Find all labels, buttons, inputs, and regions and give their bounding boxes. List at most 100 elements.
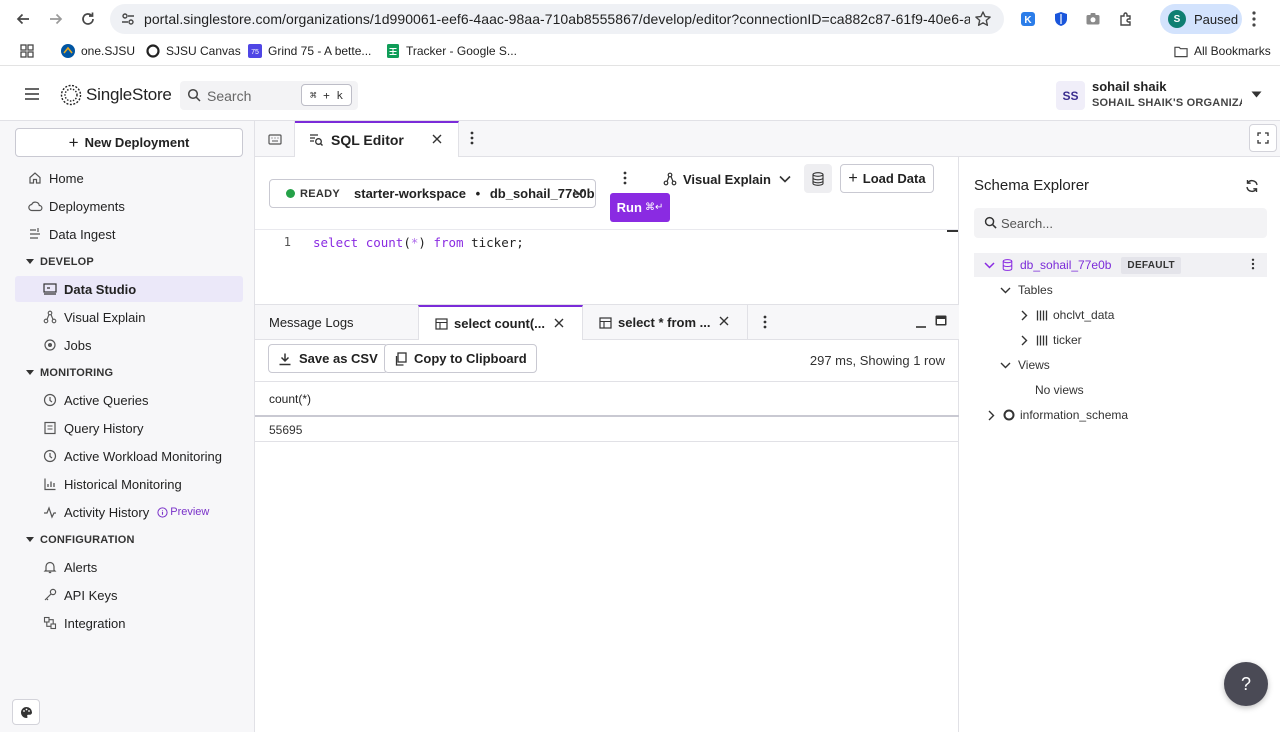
sidebar-item-historical-monitoring[interactable]: Historical Monitoring <box>15 471 243 497</box>
bookmark-grind75[interactable]: 75 Grind 75 - A bette... <box>248 44 371 58</box>
app-header: SingleStore Search ⌘ + k SS sohail shaik… <box>0 70 1280 121</box>
chevron-down-icon <box>998 358 1012 372</box>
browser-toolbar: portal.singlestore.com/organizations/1d9… <box>0 0 1280 38</box>
section-develop[interactable]: DEVELOP <box>26 256 94 268</box>
tree-table-ticker[interactable]: ticker <box>974 328 1267 352</box>
minimize-icon[interactable] <box>915 315 927 329</box>
sidebar-item-integration[interactable]: Integration <box>15 610 243 636</box>
extensions-puzzle-icon[interactable] <box>1116 9 1136 29</box>
schema-search-input[interactable]: Search... <box>974 208 1267 238</box>
results-grid-header: count(*) <box>255 382 959 417</box>
sidebar-item-alerts[interactable]: Alerts <box>15 554 243 580</box>
home-icon <box>27 170 43 186</box>
app-search-input[interactable]: Search ⌘ + k <box>180 81 358 110</box>
forward-icon[interactable] <box>46 9 66 29</box>
help-button[interactable]: ? <box>1224 662 1268 706</box>
bookmark-tracker[interactable]: Tracker - Google S... <box>386 44 517 58</box>
section-monitoring[interactable]: MONITORING <box>26 367 113 379</box>
more-options-icon[interactable] <box>763 315 767 329</box>
sidebar-item-home[interactable]: Home <box>15 165 243 191</box>
url-text: portal.singlestore.com/organizations/1d9… <box>144 11 970 27</box>
table-columns-icon <box>1035 308 1049 322</box>
browser-menu-icon[interactable] <box>1252 10 1256 28</box>
close-icon[interactable] <box>554 318 564 328</box>
copy-clipboard-button[interactable]: Copy to Clipboard <box>384 344 537 373</box>
table-row[interactable]: 55695 <box>255 418 959 442</box>
dock-panel-icon[interactable] <box>935 315 947 326</box>
sidebar-item-data-ingest[interactable]: Data Ingest <box>15 221 243 247</box>
visual-explain-label: Visual Explain <box>683 171 771 187</box>
more-options-icon[interactable] <box>1251 258 1255 270</box>
extension-k-icon[interactable]: K <box>1018 9 1038 29</box>
search-icon <box>984 216 997 229</box>
all-bookmarks-label: All Bookmarks <box>1194 44 1271 58</box>
sidebar-item-label: API Keys <box>64 587 118 603</box>
search-icon <box>187 88 201 102</box>
run-button[interactable]: Run ⌘↵ <box>610 193 670 222</box>
load-data-button[interactable]: + Load Data <box>840 164 934 193</box>
tree-table-ohclvt-data[interactable]: ohclvt_data <box>974 303 1267 327</box>
jobs-icon <box>42 337 58 353</box>
tree-database-db-sohail[interactable]: db_sohail_77e0b DEFAULT <box>974 253 1267 277</box>
close-icon[interactable] <box>719 316 729 326</box>
sidebar-item-active-workload-monitoring[interactable]: Active Workload Monitoring <box>15 443 243 469</box>
apps-grid-icon[interactable] <box>20 44 34 58</box>
sidebar-item-deployments[interactable]: Deployments <box>15 193 243 219</box>
singlestore-logo-icon <box>60 84 82 106</box>
chevron-right-icon <box>1017 308 1031 322</box>
extension-shield-icon[interactable] <box>1051 9 1071 29</box>
database-toggle-button[interactable] <box>804 164 832 193</box>
visual-explain-button[interactable]: Visual Explain <box>663 166 791 192</box>
plus-icon: + <box>848 169 858 187</box>
extension-camera-icon[interactable] <box>1083 9 1103 29</box>
connection-selector[interactable]: READY starter-workspace • db_sohail_77e0… <box>269 179 596 208</box>
user-menu[interactable]: SS sohail shaik SOHAIL SHAIK'S ORGANIZA.… <box>1056 79 1270 111</box>
column-header[interactable]: count(*) <box>269 392 311 406</box>
editor-scroll-indicator <box>947 230 958 232</box>
tab-sql-editor[interactable]: SQL Editor <box>295 121 459 157</box>
tab-label: select * from ... <box>618 315 710 330</box>
sidebar-item-activity-history[interactable]: Activity History Preview <box>15 499 243 525</box>
bookmark-star-icon[interactable] <box>974 10 992 28</box>
sidebar-item-visual-explain[interactable]: Visual Explain <box>15 304 243 330</box>
menu-icon[interactable] <box>24 87 40 101</box>
bookmark-label: one.SJSU <box>81 44 136 58</box>
fullscreen-button[interactable] <box>1249 124 1277 152</box>
singlestore-logo[interactable]: SingleStore <box>60 84 172 106</box>
new-deployment-label: New Deployment <box>84 135 190 150</box>
theme-toggle-button[interactable] <box>12 699 40 725</box>
address-bar[interactable]: portal.singlestore.com/organizations/1d9… <box>110 4 1004 34</box>
more-options-icon[interactable] <box>470 131 474 145</box>
more-options-icon[interactable] <box>623 171 627 185</box>
tree-folder-tables[interactable]: Tables <box>974 278 1267 302</box>
sidebar-item-jobs[interactable]: Jobs <box>15 332 243 358</box>
bookmark-label: Tracker - Google S... <box>406 44 517 58</box>
close-icon[interactable] <box>432 134 442 144</box>
sidebar-item-data-studio[interactable]: Data Studio <box>15 276 243 302</box>
section-configuration[interactable]: CONFIGURATION <box>26 534 135 546</box>
sidebar-item-label: Deployments <box>49 198 125 214</box>
save-csv-button[interactable]: Save as CSV <box>268 344 388 373</box>
tab-message-logs[interactable]: Message Logs <box>269 305 354 340</box>
refresh-icon[interactable] <box>1245 179 1259 193</box>
tree-folder-views[interactable]: Views <box>974 353 1267 377</box>
keyboard-icon[interactable] <box>255 121 295 157</box>
table-icon <box>599 316 612 329</box>
tab-result-count[interactable]: select count(... <box>418 305 583 340</box>
browser-profile-button[interactable]: S Paused <box>1160 4 1242 34</box>
sidebar-item-query-history[interactable]: Query History <box>15 415 243 441</box>
new-deployment-button[interactable]: + New Deployment <box>15 128 243 157</box>
grind75-logo-icon: 75 <box>248 44 262 58</box>
tree-database-information-schema[interactable]: information_schema <box>974 403 1267 427</box>
back-icon[interactable] <box>13 9 33 29</box>
bookmark-onesjsu[interactable]: one.SJSU <box>61 44 135 58</box>
sidebar-item-api-keys[interactable]: API Keys <box>15 582 243 608</box>
caret-down-icon <box>26 259 34 265</box>
site-info-icon[interactable] <box>120 11 136 27</box>
reload-icon[interactable] <box>78 9 98 29</box>
tab-result-select[interactable]: select * from ... <box>583 305 748 340</box>
code-editor[interactable]: 1 select count(*) from ticker; <box>255 229 959 304</box>
sidebar-item-active-queries[interactable]: Active Queries <box>15 387 243 413</box>
bookmark-sjsu-canvas[interactable]: SJSU Canvas <box>146 44 241 58</box>
all-bookmarks[interactable]: All Bookmarks <box>1174 44 1271 58</box>
